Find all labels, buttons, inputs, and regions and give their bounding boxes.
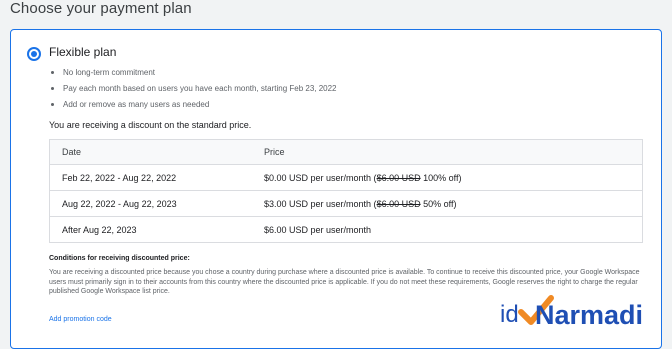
- discount-percent: 50% off): [420, 198, 457, 209]
- watermark-logo: id Narmadi: [500, 295, 643, 330]
- add-promotion-code-link[interactable]: Add promotion code: [49, 316, 112, 323]
- column-header-price: Price: [252, 139, 643, 165]
- row-price: $0.00 USD per user/month ($6.00 USD 100%…: [252, 164, 643, 191]
- table-row: After Aug 22, 2023 $6.00 USD per user/mo…: [49, 216, 643, 243]
- watermark-text-main: Narmadi: [535, 300, 643, 330]
- price-text: $0.00 USD per user/month (: [264, 172, 377, 183]
- watermark-text-prefix: id: [500, 301, 519, 328]
- row-date: After Aug 22, 2023: [49, 216, 252, 243]
- plan-feature: Pay each month based on users you have e…: [49, 84, 337, 100]
- original-price: $6.00 USD: [376, 198, 421, 209]
- plan-radio-button[interactable]: [27, 47, 41, 61]
- discount-percent: 100% off): [420, 172, 462, 183]
- plan-feature: Add or remove as many users as needed: [49, 100, 337, 116]
- table-row: Feb 22, 2022 - Aug 22, 2022 $0.00 USD pe…: [49, 164, 643, 191]
- conditions-title: Conditions for receiving discounted pric…: [49, 255, 190, 262]
- row-price: $3.00 USD per user/month ($6.00 USD 50% …: [252, 190, 643, 217]
- price-text: $3.00 USD per user/month (: [264, 198, 377, 209]
- radio-selected-dot: [31, 51, 37, 57]
- pricing-table: Date Price Feb 22, 2022 - Aug 22, 2022 $…: [49, 139, 643, 243]
- row-price: $6.00 USD per user/month: [252, 216, 643, 243]
- plan-features-list: No long-term commitment Pay each month b…: [49, 68, 337, 116]
- table-row: Aug 22, 2022 - Aug 22, 2023 $3.00 USD pe…: [49, 190, 643, 217]
- row-date: Aug 22, 2022 - Aug 22, 2023: [49, 190, 252, 217]
- row-date: Feb 22, 2022 - Aug 22, 2022: [49, 164, 252, 191]
- page-title: Choose your payment plan: [10, 0, 192, 17]
- plan-feature: No long-term commitment: [49, 68, 337, 84]
- price-text: $6.00 USD per user/month: [264, 224, 372, 235]
- column-header-date: Date: [49, 139, 252, 165]
- original-price: $6.00 USD: [376, 172, 421, 183]
- discount-note: You are receiving a discount on the stan…: [49, 120, 252, 130]
- plan-name[interactable]: Flexible plan: [49, 45, 116, 59]
- table-header-row: Date Price: [49, 139, 643, 165]
